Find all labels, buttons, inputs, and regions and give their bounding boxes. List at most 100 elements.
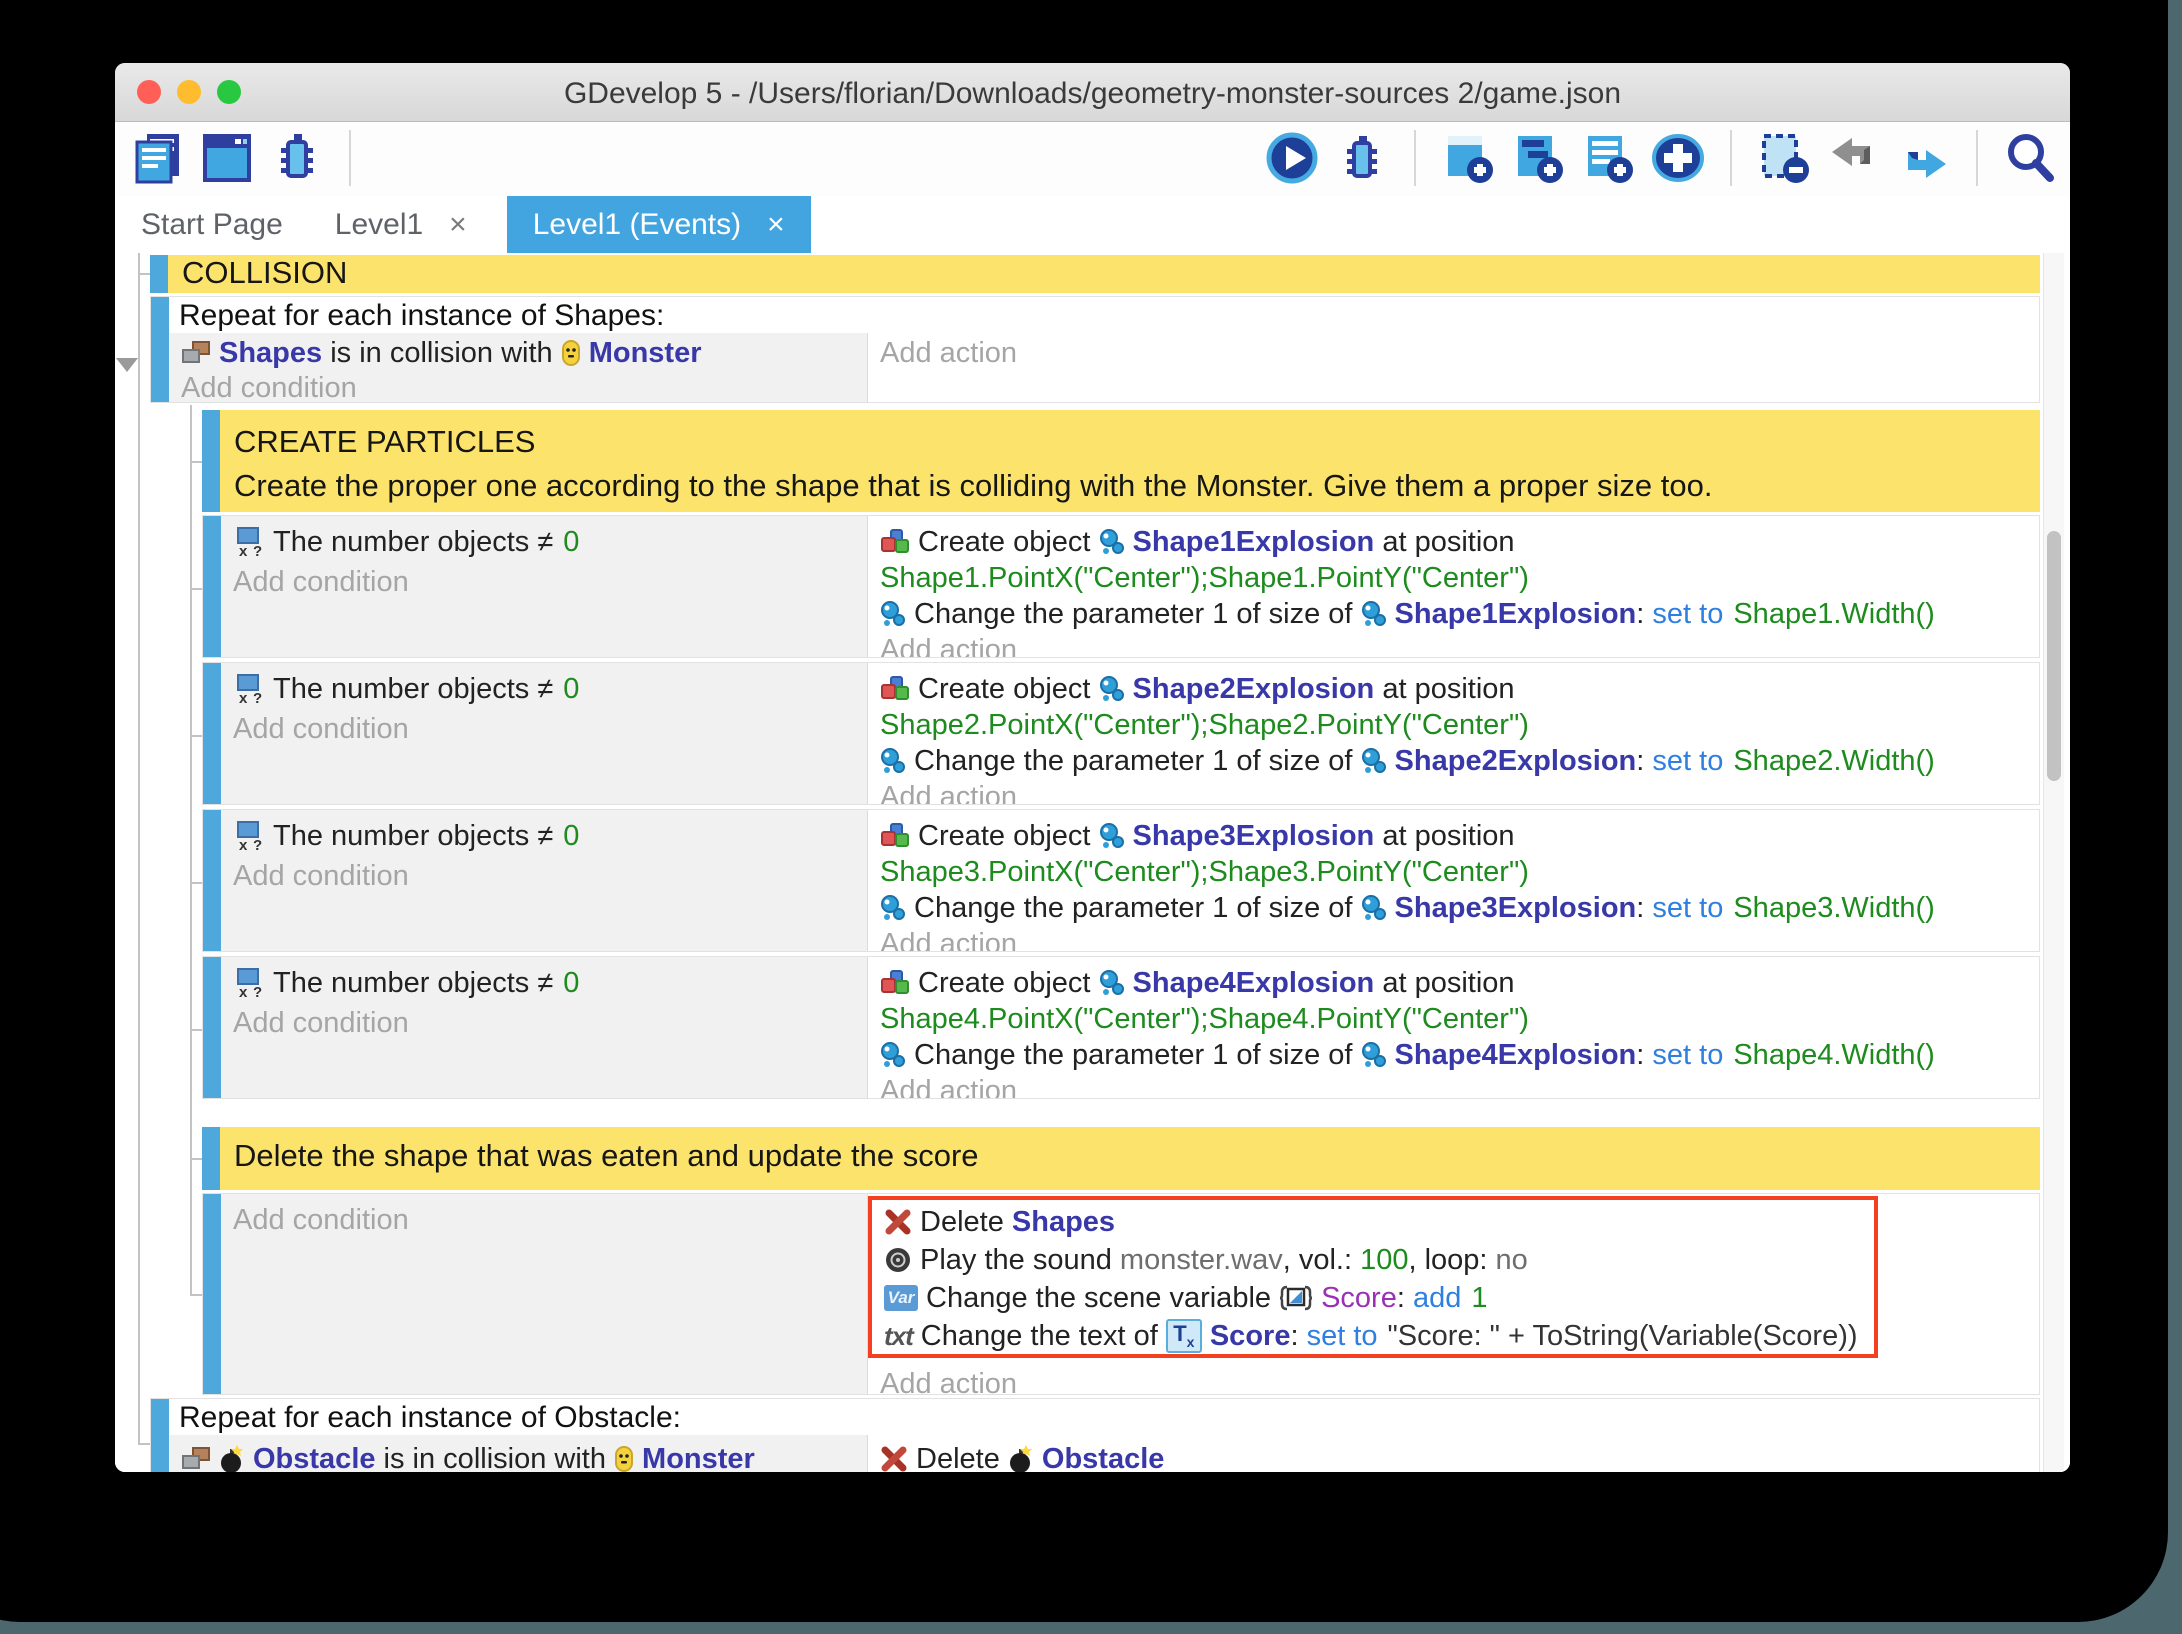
value: 0 (563, 967, 579, 1000)
condition-obstacle-collision[interactable]: Obstacle is in collision with Monster (181, 1441, 863, 1472)
action-position-expression[interactable]: Shape3.PointX("Center");Shape3.PointY("C… (880, 854, 2035, 890)
action-change-size[interactable]: Change the parameter 1 of size of Shape4… (880, 1037, 2035, 1073)
comment-delete-row[interactable]: Delete the shape that was eaten and upda… (202, 1127, 2040, 1190)
particle-emitter-icon (880, 747, 906, 775)
preview-play-icon[interactable] (1264, 130, 1320, 186)
action-text: Delete (916, 1443, 1008, 1473)
action-create-object[interactable]: Create object Shape1Explosion at positio… (880, 524, 2035, 560)
repeat-obstacle-event[interactable]: Repeat for each instance of Obstacle: Ob… (150, 1398, 2040, 1472)
add-event-icon[interactable] (1440, 130, 1496, 186)
particle-emitter-icon (1361, 1041, 1387, 1069)
condition-number-objects[interactable]: x ? The number objects ≠ 0 (233, 524, 863, 560)
action-text: : (1636, 1039, 1652, 1072)
title-bar[interactable]: GDevelop 5 - /Users/florian/Downloads/ge… (115, 63, 2070, 122)
particle-emitter-icon (1099, 675, 1125, 703)
debugger-icon[interactable] (269, 130, 325, 186)
main-toolbar (115, 122, 2070, 196)
tab-scene-level1[interactable]: Level1 × (309, 196, 493, 253)
shape4-event[interactable]: x ? The number objects ≠ 0 Add condition (202, 956, 2040, 1099)
comment-particles-row[interactable]: CREATE PARTICLES Create the proper one a… (202, 410, 2040, 512)
shape2-event[interactable]: x ? The number objects ≠ 0 Add condition (202, 662, 2040, 805)
object-count-icon: x ? (233, 967, 265, 999)
add-action-link[interactable]: Add action (880, 926, 2035, 951)
condition-shapes-collision[interactable]: Shapes is in collision with Monster (181, 335, 863, 371)
comment-body[interactable]: Create the proper one according to the s… (220, 460, 2040, 504)
object-name: Obstacle (1042, 1443, 1165, 1473)
action-text: at position (1374, 820, 1514, 853)
add-condition-link[interactable]: Add condition (233, 858, 863, 894)
action-create-object[interactable]: Create object Shape3Explosion at positio… (880, 818, 2035, 854)
undo-icon[interactable] (1826, 130, 1882, 186)
shape3-event[interactable]: x ? The number objects ≠ 0 Add condition (202, 809, 2040, 952)
add-action-link[interactable]: Add action (880, 1073, 2035, 1098)
events-scrollbar-track[interactable] (2043, 253, 2064, 1472)
action-change-size[interactable]: Change the parameter 1 of size of Shape2… (880, 743, 2035, 779)
close-tab-icon[interactable]: × (767, 208, 785, 242)
action-position-expression[interactable]: Shape4.PointX("Center");Shape4.PointY("C… (880, 1001, 2035, 1037)
action-create-object[interactable]: Create object Shape4Explosion at positio… (880, 965, 2035, 1001)
event-bar (203, 957, 221, 1098)
add-new-icon[interactable] (1650, 130, 1706, 186)
redo-icon[interactable] (1896, 130, 1952, 186)
tab-start-page[interactable]: Start Page (115, 196, 309, 253)
tab-level1-events[interactable]: Level1 (Events) × (507, 196, 811, 253)
action-change-variable[interactable]: Var Change the scene variable Score : ad… (884, 1280, 1870, 1316)
action-text: : (1290, 1320, 1306, 1353)
event-bar (202, 1127, 220, 1190)
operator: ≠ (537, 820, 553, 853)
action-change-size[interactable]: Change the parameter 1 of size of Shape3… (880, 890, 2035, 926)
debug-preview-icon[interactable] (1334, 130, 1390, 186)
add-action-link[interactable]: Add action (880, 632, 2035, 657)
comment-title[interactable]: CREATE PARTICLES (220, 410, 2040, 460)
add-subevent-icon[interactable] (1510, 130, 1566, 186)
action-position-expression[interactable]: Shape1.PointX("Center");Shape1.PointY("C… (880, 560, 2035, 596)
comment-text[interactable]: COLLISION (168, 255, 2040, 291)
action-change-text[interactable]: txt Change the text of Tx Score : set to… (884, 1318, 1870, 1354)
action-position-expression[interactable]: Shape2.PointX("Center");Shape2.PointY("C… (880, 707, 2035, 743)
add-action-link[interactable]: Add action (880, 779, 2035, 804)
condition-number-objects[interactable]: x ? The number objects ≠ 0 (233, 818, 863, 854)
tree-rail-root (138, 253, 140, 1445)
delete-selection-icon[interactable] (1756, 130, 1812, 186)
add-action-link[interactable]: Add action (880, 335, 2035, 371)
search-icon[interactable] (2002, 130, 2058, 186)
shape1-event[interactable]: x ? The number objects ≠ 0 Add condition (202, 515, 2040, 658)
condition-text: is in collision with (376, 1443, 615, 1473)
add-comment-icon[interactable] (1580, 130, 1636, 186)
project-manager-icon[interactable] (129, 130, 185, 186)
action-play-sound[interactable]: Play the sound monster.wav , vol.: 100 ,… (884, 1242, 1870, 1278)
add-condition-link[interactable]: Add condition (181, 370, 863, 402)
particle-emitter-icon (1361, 747, 1387, 775)
scene-editor-icon[interactable] (199, 130, 255, 186)
comment-collision-row[interactable]: COLLISION (150, 255, 2040, 293)
expression: Shape3.Width() (1733, 892, 1935, 925)
condition-number-objects[interactable]: x ? The number objects ≠ 0 (233, 671, 863, 707)
repeat-header[interactable]: Repeat for each instance of Shapes: (169, 297, 2039, 333)
repeat-header[interactable]: Repeat for each instance of Obstacle: (169, 1399, 2039, 1435)
collapse-event-arrow[interactable] (116, 358, 138, 372)
tab-label: Start Page (141, 208, 283, 242)
add-condition-link[interactable]: Add condition (233, 564, 863, 600)
condition-number-objects[interactable]: x ? The number objects ≠ 0 (233, 965, 863, 1001)
action-delete-obstacle[interactable]: Delete Obstacle (880, 1441, 2035, 1472)
close-tab-icon[interactable]: × (449, 208, 467, 242)
object-name: Obstacle (253, 1443, 376, 1473)
score-event[interactable]: Add condition Delete Shapes (202, 1193, 2040, 1395)
svg-text:?: ? (253, 690, 262, 705)
events-scrollbar-thumb[interactable] (2047, 531, 2061, 781)
add-condition-link[interactable]: Add condition (233, 1202, 863, 1238)
comment-text[interactable]: Delete the shape that was eaten and upda… (220, 1127, 2040, 1174)
add-condition-link[interactable]: Add condition (233, 1005, 863, 1041)
repeat-shapes-event[interactable]: Repeat for each instance of Shapes: Shap… (150, 296, 2040, 403)
action-text: at position (1374, 526, 1514, 559)
action-delete-shapes[interactable]: Delete Shapes (884, 1204, 1870, 1240)
tree-stub (138, 273, 150, 275)
create-object-icon (880, 969, 910, 997)
action-change-size[interactable]: Change the parameter 1 of size of Shape1… (880, 596, 2035, 632)
add-action-link[interactable]: Add action (880, 1366, 2035, 1394)
action-create-object[interactable]: Create object Shape2Explosion at positio… (880, 671, 2035, 707)
expression: Shape2.Width() (1733, 745, 1935, 778)
action-text: Delete (920, 1206, 1012, 1239)
add-condition-link[interactable]: Add condition (233, 711, 863, 747)
object-name: Shape4Explosion (1395, 1039, 1637, 1072)
